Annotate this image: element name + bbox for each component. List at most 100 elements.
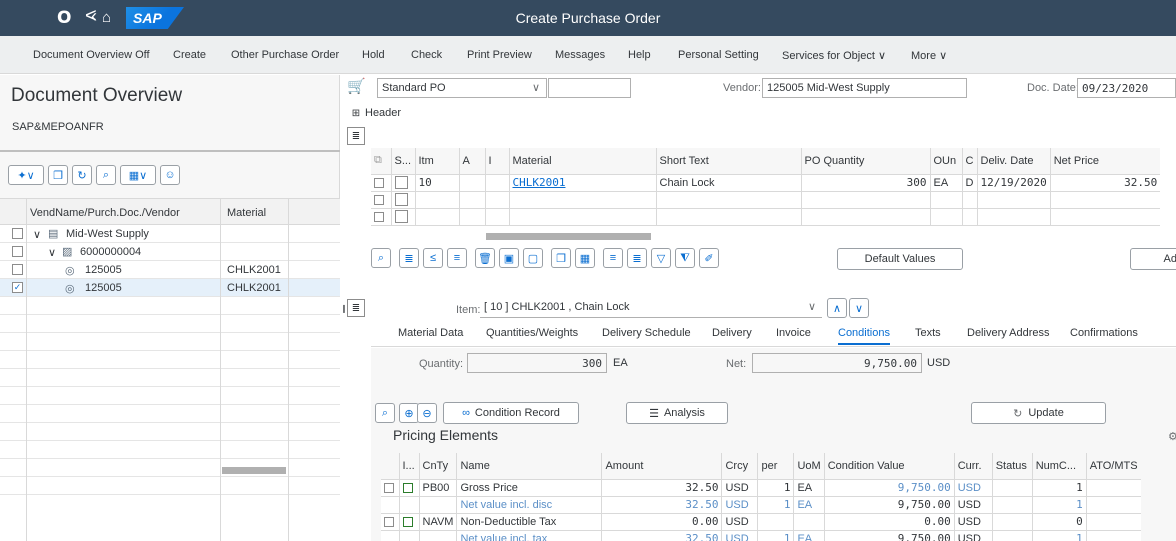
row-checkbox[interactable] (384, 516, 394, 527)
table-row-empty[interactable] (371, 208, 1161, 226)
item-select[interactable]: [ 10 ] CHLK2001 , Chain Lock ∨ (480, 298, 822, 318)
col-amount[interactable]: Amount (601, 453, 723, 480)
cell-cnty[interactable]: NAVM (419, 513, 458, 531)
col-header-vendor[interactable]: VendName/Purch.Doc./Vendor (30, 207, 180, 219)
tab-quantities-weights[interactable]: Quantities/Weights (486, 327, 578, 339)
po-number-field[interactable] (548, 78, 631, 98)
tree-horizontal-scrollbar[interactable] (222, 467, 286, 474)
col-a[interactable]: A (459, 148, 486, 175)
selection-variant-icon[interactable]: ✦∨ (8, 165, 44, 185)
cell-per[interactable]: 1 (757, 479, 795, 497)
cell-name[interactable]: Non-Deductible Tax (456, 513, 603, 531)
tab-texts[interactable]: Texts (915, 327, 941, 339)
po-type-select[interactable]: Standard PO ∨ (377, 78, 547, 98)
col-name[interactable]: Name (456, 453, 603, 480)
col-itm[interactable]: Itm (415, 148, 460, 175)
more-menu[interactable]: More ∨ (911, 49, 947, 62)
expand-icon[interactable]: ∨ (33, 228, 41, 241)
cell-crcy[interactable]: USD (721, 479, 759, 497)
row-checkbox[interactable] (374, 177, 384, 188)
table-row[interactable]: 10 CHLK2001 Chain Lock 300 EA D 12/19/20… (371, 174, 1161, 192)
quantity-field[interactable]: 300 (467, 353, 607, 373)
col-i[interactable]: I (485, 148, 510, 175)
col-numc[interactable]: NumC... (1032, 453, 1087, 480)
col-crcy[interactable]: Crcy (721, 453, 759, 480)
cell-uom[interactable] (793, 513, 825, 531)
cell-per[interactable] (757, 513, 795, 531)
cell-uom[interactable]: EA (793, 479, 825, 497)
refresh-icon[interactable]: ↻ (72, 165, 92, 185)
grid-icon[interactable]: ▦ (575, 248, 595, 268)
col-oun[interactable]: OUn (930, 148, 963, 175)
tab-confirmations[interactable]: Confirmations (1070, 327, 1138, 339)
personal-setting-button[interactable]: Personal Setting (678, 49, 759, 61)
cell-oun[interactable]: EA (930, 174, 963, 192)
align-icon[interactable]: ≡ (603, 248, 623, 268)
cell-short-text[interactable]: Chain Lock (656, 174, 802, 192)
row-checkbox[interactable] (12, 246, 23, 257)
list-detail-icon[interactable]: ≡ (447, 248, 467, 268)
zoom-icon[interactable]: ⌕ (375, 403, 395, 423)
tree-row[interactable]: ∨ ▤ Mid-West Supply (0, 225, 340, 243)
cell-c[interactable]: D (962, 174, 978, 192)
pricing-row-subtotal[interactable]: Net value incl. tax 32.50 USD 1 EA 9,750… (381, 530, 1141, 541)
header-expand-icon[interactable]: ⊞ (347, 104, 365, 122)
copy-row-icon[interactable]: ❐ (551, 248, 571, 268)
print-preview-button[interactable]: Print Preview (467, 49, 532, 61)
remove-condition-icon[interactable]: ⊖ (417, 403, 437, 423)
previous-item-icon[interactable]: ∧ (827, 298, 847, 318)
row-checkbox[interactable] (12, 228, 23, 239)
splitter-handle[interactable]: ❙ (341, 299, 347, 317)
tab-material-data[interactable]: Material Data (398, 327, 463, 339)
col-uom[interactable]: UoM (793, 453, 825, 480)
layout-icon[interactable]: ▦∨ (120, 165, 156, 185)
hold-button[interactable]: Hold (362, 49, 385, 61)
row-checkbox[interactable] (384, 482, 394, 493)
col-po-quantity[interactable]: PO Quantity (801, 148, 931, 175)
row-checkbox[interactable] (12, 264, 23, 275)
vendor-field[interactable]: 125005 Mid-West Supply (762, 78, 967, 98)
cell-net-price[interactable]: 32.50 (1050, 174, 1161, 192)
create-button[interactable]: Create (173, 49, 206, 61)
expand-icon[interactable]: ∨ (48, 246, 56, 259)
cell-material[interactable]: CHLK2001 (509, 174, 657, 192)
search-icon[interactable]: ⌕ (96, 165, 116, 185)
col-short-text[interactable]: Short Text (656, 148, 802, 175)
people-icon[interactable]: ☺ (160, 165, 180, 185)
tree-row[interactable]: ✓ ◎ 125005 CHLK2001 (0, 279, 340, 297)
col-status[interactable]: Status (992, 453, 1033, 480)
filter-clear-icon[interactable]: ⧨ (675, 248, 695, 268)
sort-icon[interactable]: ≣ (627, 248, 647, 268)
update-button[interactable]: ↻ Update (971, 402, 1106, 424)
select-all-icon[interactable]: ⧉ (371, 148, 392, 175)
tab-delivery[interactable]: Delivery (712, 327, 752, 339)
items-horizontal-scrollbar[interactable] (486, 233, 651, 240)
document-overview-off-button[interactable]: Document Overview Off (33, 49, 150, 61)
col-per[interactable]: per (757, 453, 795, 480)
col-ato-mts[interactable]: ATO/MTS (1086, 453, 1141, 480)
row-checkbox[interactable] (374, 194, 384, 205)
next-item-icon[interactable]: ∨ (849, 298, 869, 318)
cell-amount[interactable]: 0.00 (601, 513, 723, 531)
pricing-row-subtotal[interactable]: Net value incl. disc 32.50 USD 1 EA 9,75… (381, 496, 1141, 514)
tree-row[interactable]: ◎ 125005 CHLK2001 (0, 261, 340, 279)
additional-planning-button[interactable]: Ad (1130, 248, 1176, 270)
list-check-icon[interactable]: ≤ (423, 248, 443, 268)
pane-splitter[interactable] (0, 150, 340, 152)
table-row-empty[interactable] (371, 191, 1161, 209)
tree-row[interactable]: ∨ ▨ 6000000004 (0, 243, 340, 261)
doc-date-field[interactable]: 09/23/2020 (1077, 78, 1176, 98)
col-net-price[interactable]: Net Price (1050, 148, 1161, 175)
collapse-header-icon[interactable]: ≣ (347, 127, 365, 145)
analysis-button[interactable]: ☰ Analysis (626, 402, 728, 424)
col-header-material[interactable]: Material (227, 207, 266, 219)
collapse-item-detail-icon[interactable]: ≣ (347, 299, 365, 317)
filter-icon[interactable]: ▽ (651, 248, 671, 268)
net-value-field[interactable]: 9,750.00 (752, 353, 922, 373)
col-condition-value[interactable]: Condition Value (824, 453, 955, 480)
zoom-icon[interactable]: ⌕ (371, 248, 391, 268)
messages-button[interactable]: Messages (555, 49, 605, 61)
pricing-row[interactable]: PB00 Gross Price 32.50 USD 1 EA 9,750.00… (381, 479, 1141, 497)
col-curr[interactable]: Curr. (954, 453, 993, 480)
col-c[interactable]: C (962, 148, 978, 175)
